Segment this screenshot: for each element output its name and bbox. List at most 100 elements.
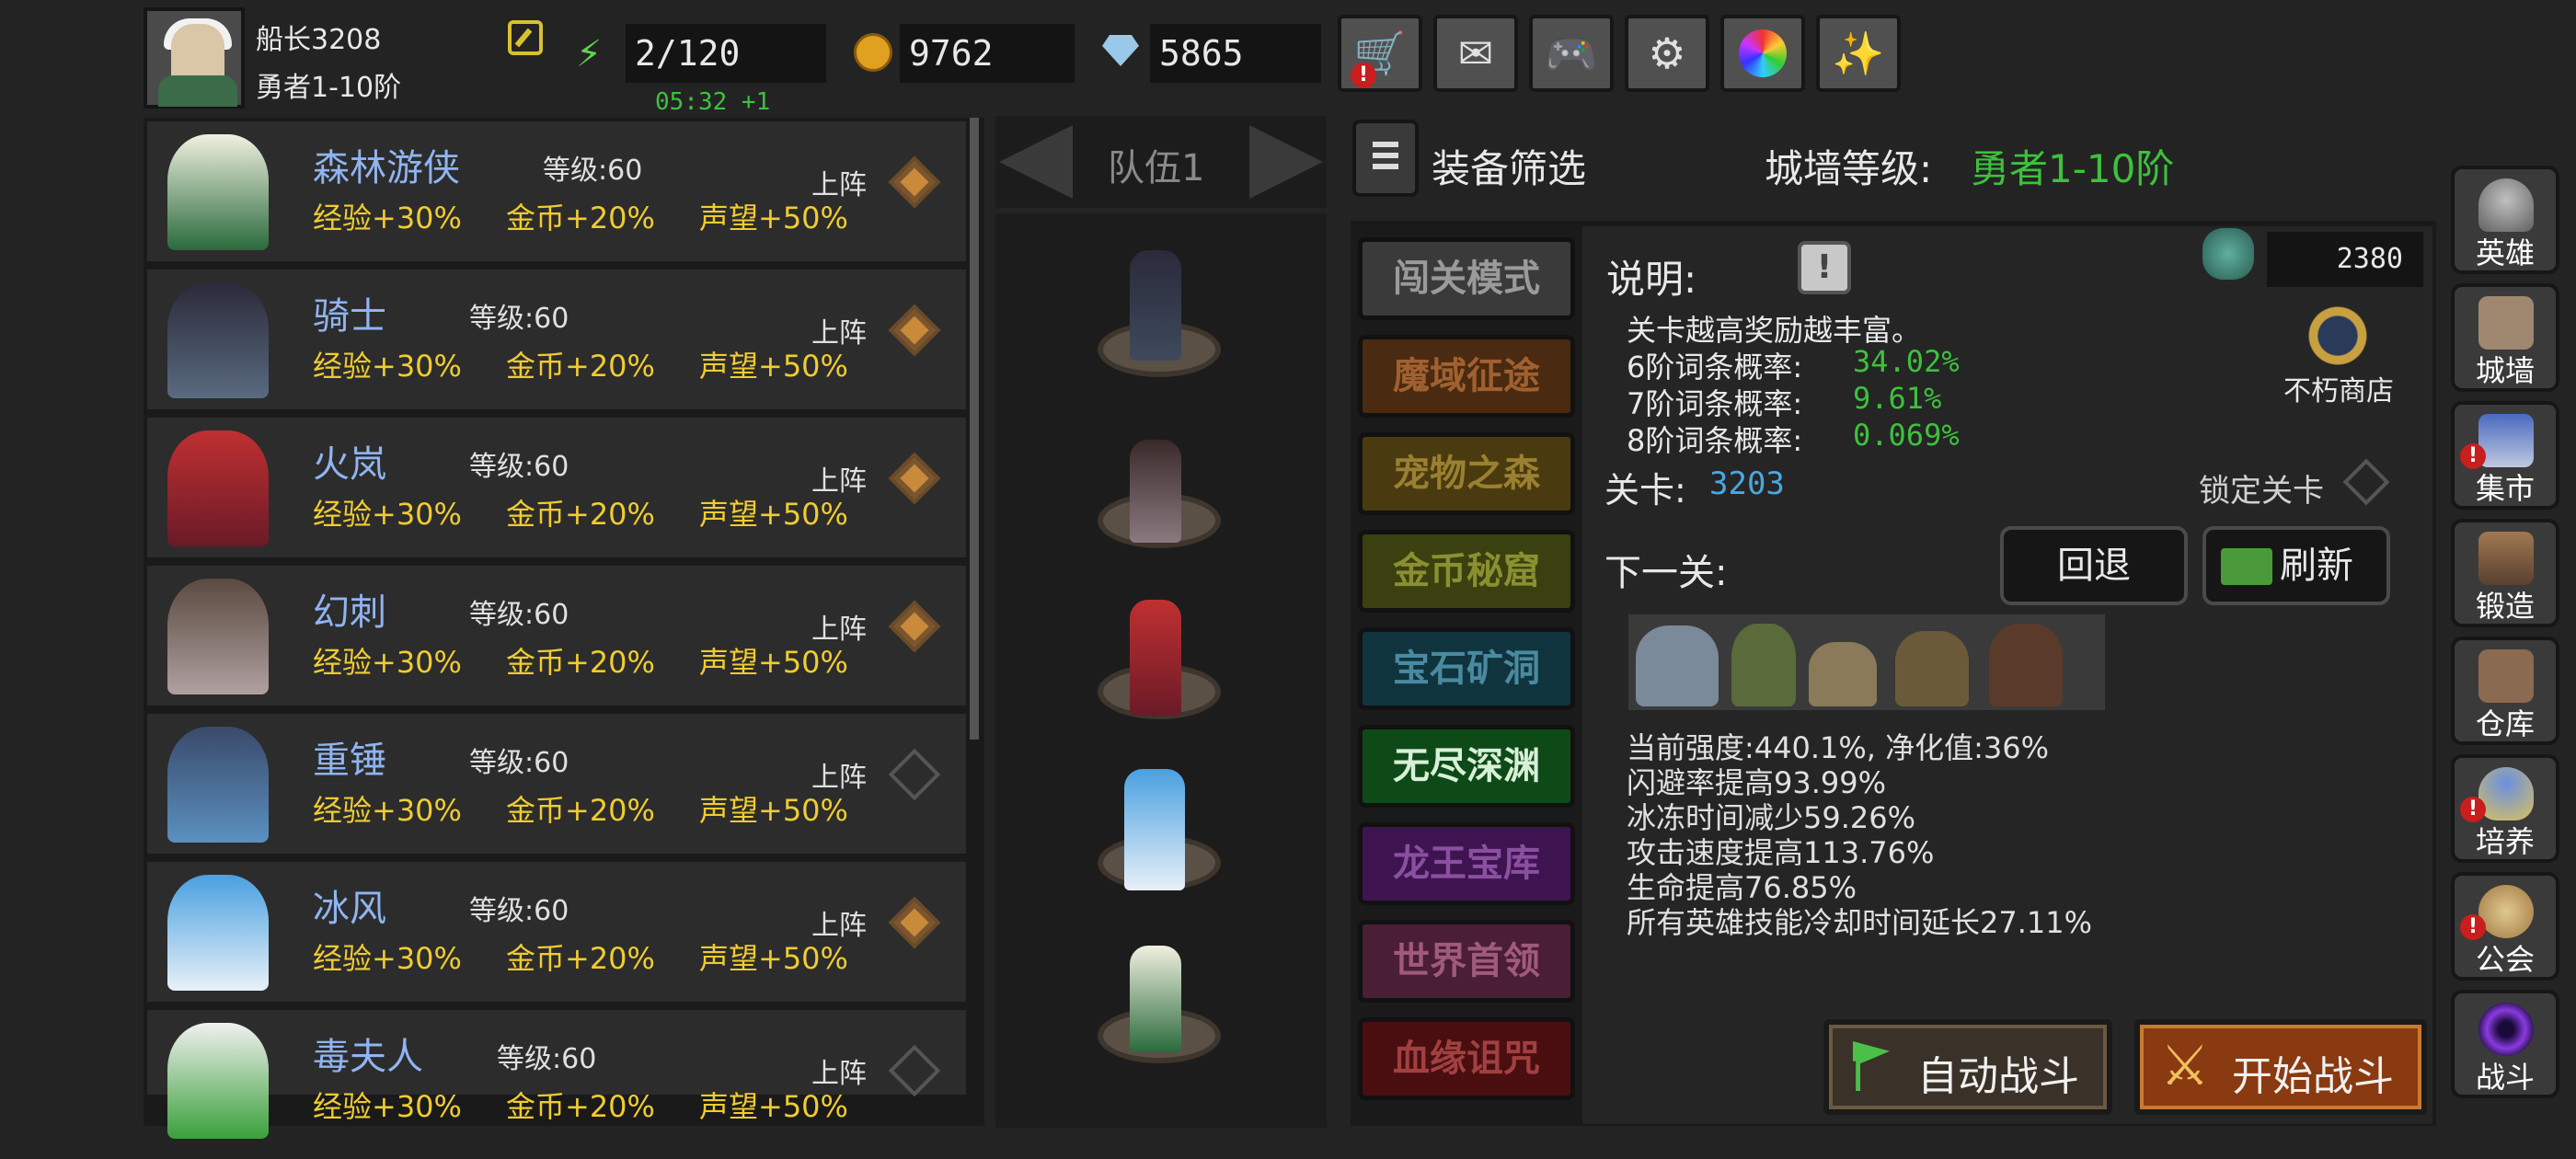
nav-battle[interactable]: 战斗 [2451, 990, 2559, 1098]
mode-endless-abyss[interactable]: 无尽深渊 [1358, 725, 1575, 808]
hero-level: 等级:60 [469, 303, 569, 335]
helmet-icon [2478, 178, 2534, 232]
hero-row[interactable]: 毒夫人 等级:60 经验+30% 金币+20% 声望+50% 上阵 [147, 1010, 966, 1139]
hero-portrait [167, 134, 269, 250]
fireworks-icon: ✨ [1832, 28, 1885, 78]
refresh-button[interactable]: 刷新 [2202, 526, 2390, 605]
mail-button[interactable]: ✉ [1433, 15, 1518, 92]
color-wheel-button[interactable] [1720, 15, 1805, 92]
nav-forge[interactable]: 锻造 [2451, 519, 2559, 627]
flag-icon [1853, 1041, 1890, 1091]
hero-level: 等级:60 [469, 599, 569, 631]
player-avatar[interactable] [144, 7, 245, 109]
hero-deploy-toggle[interactable] [888, 896, 941, 949]
hero-row[interactable]: 骑士 等级:60 经验+30% 金币+20% 声望+50% 上阵 [147, 270, 966, 409]
refresh-ad-icon [2221, 548, 2272, 585]
energy-timer: 05:32 +1 [655, 88, 771, 116]
hero-deploy-label: 上阵 [811, 1058, 867, 1090]
hero-deploy-label: 上阵 [811, 910, 867, 942]
stage-label: 关卡: [1604, 470, 1686, 511]
crate-icon [2478, 649, 2534, 703]
start-battle-label: 开始战斗 [2232, 1053, 2394, 1100]
hero-deploy-toggle[interactable] [888, 748, 941, 801]
hero-row[interactable]: 森林游侠 等级:60 经验+30% 金币+20% 声望+50% 上阵 [147, 121, 966, 261]
stage-number: 3203 [1709, 465, 1785, 502]
lock-stage-label: 锁定关卡 [2199, 473, 2324, 510]
mail-icon: ✉ [1457, 29, 1494, 78]
hero-level: 等级:60 [497, 1043, 597, 1075]
back-button[interactable]: 回退 [2000, 526, 2188, 605]
edit-icon[interactable] [508, 20, 543, 55]
hero-exp-bonus: 经验+30% [313, 497, 462, 532]
hero-name: 毒夫人 [313, 1036, 423, 1078]
hero-deploy-toggle[interactable] [888, 304, 941, 357]
shield-warrior-enemy [1895, 631, 1969, 706]
nav-warehouse[interactable]: 仓库 [2451, 637, 2559, 745]
auto-battle-button[interactable]: 自动战斗 [1823, 1019, 2112, 1115]
hero-level: 等级:60 [469, 895, 569, 927]
hero-level: 等级:60 [543, 155, 643, 187]
ice-wind-figure [1124, 769, 1185, 890]
hero-exp-bonus: 经验+30% [313, 645, 462, 680]
werewolf-enemy [1636, 625, 1719, 706]
gamepad-button[interactable]: 🎮 [1529, 15, 1614, 92]
hero-deploy-toggle[interactable] [888, 1044, 941, 1097]
wall-level-label: 城墙等级: [1765, 146, 1933, 191]
assassin-figure [1130, 440, 1181, 543]
nav-training[interactable]: ! 培养 [2451, 754, 2559, 863]
mode-dragon-vault[interactable]: 龙王宝库 [1358, 822, 1575, 905]
nav-wall[interactable]: 城墙 [2451, 283, 2559, 392]
gem-icon [1102, 35, 1139, 66]
energy-value: 2/120 [626, 24, 826, 83]
immortal-currency: 2380 [2267, 232, 2423, 287]
gamepad-icon: 🎮 [1545, 28, 1598, 78]
portal-icon [2478, 1003, 2534, 1056]
market-stall-icon [2478, 414, 2534, 467]
immortal-shop-icon[interactable] [2287, 296, 2388, 375]
fireworks-button[interactable]: ✨ [1816, 15, 1901, 92]
hero-deploy-toggle[interactable] [888, 452, 941, 505]
player-name: 船长3208 [256, 24, 382, 56]
hero-portrait [167, 282, 269, 398]
hero-list-scrollbar[interactable] [970, 118, 979, 740]
settings-button[interactable]: ⚙ [1625, 15, 1709, 92]
nav-market[interactable]: ! 集市 [2451, 401, 2559, 510]
nav-guild[interactable]: ! 公会 [2451, 872, 2559, 981]
mode-demon-journey[interactable]: 魔域征途 [1358, 335, 1575, 418]
mode-gem-mine[interactable]: 宝石矿洞 [1358, 627, 1575, 710]
crossed-swords-icon: ⚔ [2160, 1034, 2210, 1098]
mode-blood-curse[interactable]: 血缘诅咒 [1358, 1017, 1575, 1100]
chalice-icon [2478, 767, 2534, 820]
shop-cart-button[interactable]: 🛒! [1338, 15, 1422, 92]
lizard-enemy [1809, 642, 1877, 706]
player-rank: 勇者1-10阶 [256, 72, 402, 104]
hero-exp-bonus: 经验+30% [313, 941, 462, 976]
filter-label: 装备筛选 [1432, 146, 1587, 191]
desc-label: 说明: [1606, 257, 1697, 302]
hero-row[interactable]: 重锤 等级:60 经验+30% 金币+20% 声望+50% 上阵 [147, 714, 966, 854]
castle-wall-icon [2478, 296, 2534, 350]
forest-ranger-figure [1130, 946, 1181, 1052]
mode-pet-forest[interactable]: 宠物之森 [1358, 432, 1575, 515]
hero-row[interactable]: 火岚 等级:60 经验+30% 金币+20% 声望+50% 上阵 [147, 418, 966, 557]
hero-level: 等级:60 [469, 451, 569, 483]
start-battle-button[interactable]: ⚔ 开始战斗 [2134, 1019, 2427, 1115]
gold-value: 9762 [900, 24, 1075, 83]
mode-stage-challenge[interactable]: 闯关模式 [1358, 237, 1575, 320]
immortal-shop-label[interactable]: 不朽商店 [2283, 368, 2394, 408]
info-icon[interactable]: ! [1798, 241, 1851, 294]
wall-level-value: 勇者1-10阶 [1971, 146, 2175, 191]
hero-row[interactable]: 幻刺 等级:60 经验+30% 金币+20% 声望+50% 上阵 [147, 566, 966, 706]
hero-deploy-toggle[interactable] [888, 155, 941, 209]
hero-gold-bonus: 金币+20% [506, 497, 655, 532]
mode-gold-cave[interactable]: 金币秘窟 [1358, 530, 1575, 613]
hero-deploy-toggle[interactable] [888, 600, 941, 653]
team-label: 队伍1 [1108, 147, 1205, 189]
mode-world-boss[interactable]: 世界首领 [1358, 920, 1575, 1003]
hero-exp-bonus: 经验+30% [313, 349, 462, 384]
filter-button[interactable] [1352, 120, 1419, 197]
hero-row[interactable]: 冰风 等级:60 经验+30% 金币+20% 声望+50% 上阵 [147, 862, 966, 1002]
nav-heroes[interactable]: 英雄 [2451, 166, 2559, 274]
menu-icon [1373, 142, 1398, 147]
hero-deploy-label: 上阵 [811, 169, 867, 201]
